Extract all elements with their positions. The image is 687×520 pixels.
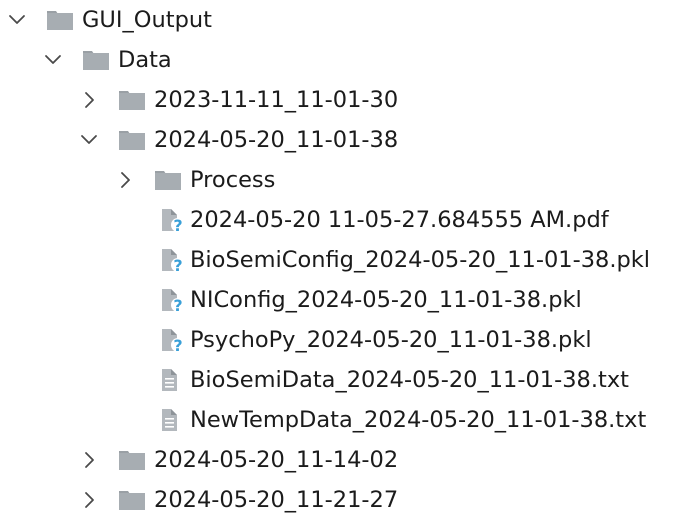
chevron-down-icon[interactable]: [6, 9, 28, 31]
tree-item-label: GUI_Output: [82, 7, 212, 33]
svg-text:?: ?: [173, 256, 182, 274]
folder-icon: [118, 486, 146, 514]
unknown-file-icon: ?: [158, 286, 186, 315]
tree-item-label: BioSemiData_2024-05-20_11-01-38.txt: [190, 367, 629, 393]
tree-item-2024-05-20-11-14-02[interactable]: 2024-05-20_11-14-02: [0, 440, 687, 480]
svg-text:?: ?: [173, 296, 182, 314]
unknown-file-icon: ?: [158, 206, 186, 235]
tree-item-biosemiconfig-2024-05-20-11-01-38-pkl[interactable]: ? BioSemiConfig_2024-05-20_11-01-38.pkl: [0, 240, 687, 280]
tree-item-label: Process: [190, 167, 276, 193]
svg-text:?: ?: [173, 216, 182, 234]
tree-item-label: Data: [118, 47, 172, 73]
tree-item-2024-05-20-11-21-27[interactable]: 2024-05-20_11-21-27: [0, 480, 687, 520]
unknown-file-icon: ?: [158, 246, 186, 275]
folder-icon: [118, 446, 146, 474]
chevron-down-icon[interactable]: [42, 49, 64, 71]
folder-icon: [46, 6, 74, 34]
tree-item-psychopy-2024-05-20-11-01-38-pkl[interactable]: ? PsychoPy_2024-05-20_11-01-38.pkl: [0, 320, 687, 360]
folder-icon: [118, 86, 146, 114]
tree-item-2024-05-20-11-01-38[interactable]: 2024-05-20_11-01-38: [0, 120, 687, 160]
tree-item-label: 2024-05-20_11-14-02: [154, 447, 399, 473]
text-file-icon: [158, 406, 186, 434]
folder-icon: [154, 166, 182, 194]
tree-item-2023-11-11-11-01-30[interactable]: 2023-11-11_11-01-30: [0, 80, 687, 120]
svg-text:?: ?: [173, 336, 182, 354]
tree-item-process[interactable]: Process: [0, 160, 687, 200]
tree-item-label: 2024-05-20_11-21-27: [154, 487, 399, 513]
tree-item-biosemidata-2024-05-20-11-01-38-txt[interactable]: BioSemiData_2024-05-20_11-01-38.txt: [0, 360, 687, 400]
chevron-right-icon[interactable]: [78, 89, 100, 111]
file-tree: GUI_Output Data 2023-11-11_11-01-30 2024-05…: [0, 0, 687, 513]
text-file-icon: [158, 366, 186, 394]
tree-item-newtempdata-2024-05-20-11-01-38-txt[interactable]: NewTempData_2024-05-20_11-01-38.txt: [0, 400, 687, 440]
chevron-right-icon[interactable]: [114, 169, 136, 191]
tree-item-niconfig-2024-05-20-11-01-38-pkl[interactable]: ? NIConfig_2024-05-20_11-01-38.pkl: [0, 280, 687, 320]
chevron-down-icon[interactable]: [78, 129, 100, 151]
chevron-right-icon[interactable]: [78, 449, 100, 471]
chevron-right-icon[interactable]: [78, 489, 100, 511]
tree-item-2024-05-20-11-05-27-684555-am-pdf[interactable]: ? 2024-05-20 11-05-27.684555 AM.pdf: [0, 200, 687, 240]
tree-item-gui-output[interactable]: GUI_Output: [0, 0, 687, 40]
tree-item-label: 2024-05-20_11-01-38: [154, 127, 399, 153]
tree-item-label: BioSemiConfig_2024-05-20_11-01-38.pkl: [190, 247, 651, 273]
unknown-file-icon: ?: [158, 326, 186, 355]
tree-item-label: 2024-05-20 11-05-27.684555 AM.pdf: [190, 207, 609, 233]
tree-item-label: NIConfig_2024-05-20_11-01-38.pkl: [190, 287, 582, 313]
tree-item-label: NewTempData_2024-05-20_11-01-38.txt: [190, 407, 647, 433]
tree-item-label: 2023-11-11_11-01-30: [154, 87, 399, 113]
folder-icon: [82, 46, 110, 74]
folder-icon: [118, 126, 146, 154]
tree-item-data[interactable]: Data: [0, 40, 687, 80]
tree-item-label: PsychoPy_2024-05-20_11-01-38.pkl: [190, 327, 592, 353]
